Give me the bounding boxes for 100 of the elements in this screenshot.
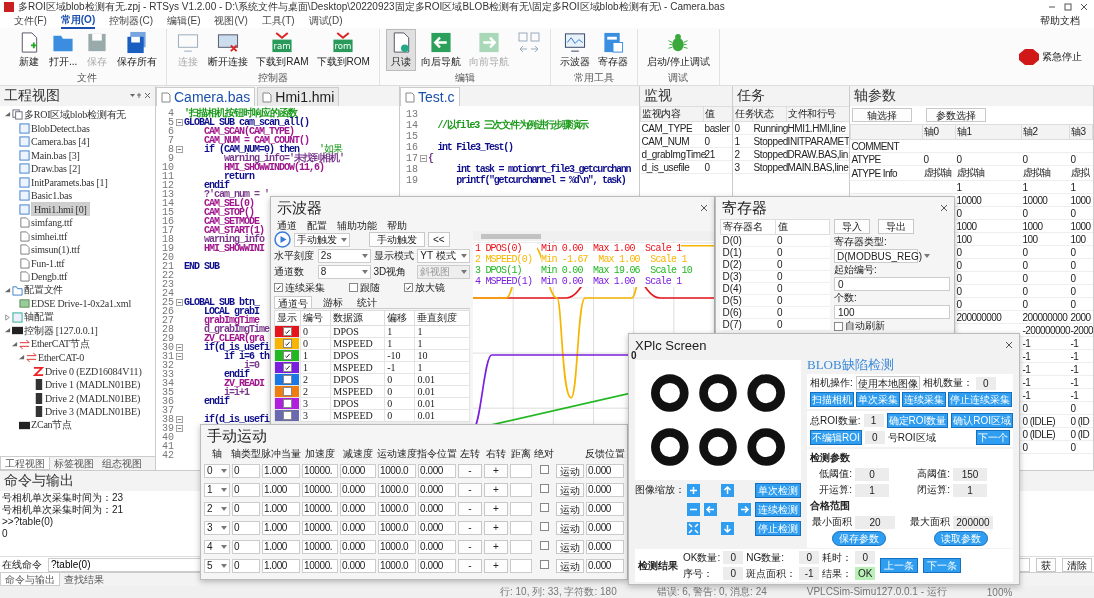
tree-item[interactable]: Main.bas [3] — [31, 149, 80, 161]
zoom-out-icon[interactable] — [687, 502, 700, 516]
output-button[interactable]: 清除 — [1062, 557, 1092, 572]
distance-field[interactable] — [510, 558, 532, 573]
input-field[interactable]: 0.000 — [418, 539, 456, 554]
fit-icon[interactable] — [687, 521, 700, 535]
select-button[interactable]: 参数选择 — [926, 108, 986, 122]
input-field[interactable]: 0 — [232, 520, 260, 535]
input-field[interactable]: 10000. — [302, 558, 338, 573]
collapse-arrow-icon[interactable] — [11, 340, 18, 348]
axis-dropdown[interactable]: 0 — [204, 463, 230, 478]
register-button[interactable]: 导入 — [834, 219, 870, 234]
tree-item[interactable]: Camera.bas [4] — [31, 136, 90, 148]
fold-icon[interactable] — [175, 425, 183, 432]
close-icon[interactable] — [1078, 2, 1090, 12]
channel-tab[interactable]: 通道号 — [274, 296, 312, 308]
scrollbar-thumb[interactable] — [481, 233, 541, 239]
input-field[interactable]: 10000. — [302, 520, 338, 535]
input-field[interactable]: 0 — [232, 463, 260, 478]
checkbox[interactable] — [539, 560, 549, 569]
collapse-arrow-icon[interactable] — [4, 327, 11, 335]
tree-item[interactable]: Drive 1 (MADLN01BE) — [45, 379, 141, 391]
dropdown[interactable]: 2s — [317, 248, 371, 263]
view-tab[interactable]: 标签视图 — [50, 457, 98, 470]
tree-item[interactable]: Fun-1.ttf — [31, 257, 65, 269]
checkbox[interactable] — [282, 375, 292, 384]
select-button[interactable]: 轴选择 — [852, 108, 912, 122]
checkbox[interactable] — [539, 522, 549, 531]
input-field[interactable]: 1.000 — [262, 501, 300, 516]
editor-tab[interactable]: Camera.bas — [156, 87, 256, 106]
tree-item[interactable]: simhei.ttf — [31, 230, 68, 242]
run-button[interactable]: 运动 — [556, 558, 584, 573]
tree-item[interactable]: ZCan节点 — [31, 418, 73, 433]
tree-item[interactable]: EDSE Drive-1-0x2a1.xml — [31, 298, 132, 310]
tree-item[interactable]: simfang.ttf — [31, 217, 73, 229]
axis-dropdown[interactable]: 5 — [204, 558, 230, 573]
fold-icon[interactable] — [175, 146, 183, 153]
local-image-button[interactable]: 使用本地图像 — [855, 376, 920, 390]
jog-left-button[interactable]: - — [458, 520, 482, 535]
tree-item[interactable]: Draw.bas [2] — [31, 163, 81, 175]
collapse-arrow-icon[interactable] — [4, 286, 11, 294]
distance-field[interactable] — [510, 520, 532, 535]
jog-right-button[interactable]: + — [484, 463, 508, 478]
menu-item[interactable]: 控制器(C) — [109, 14, 154, 28]
run-button[interactable]: 运动 — [556, 520, 584, 535]
toolbar-button[interactable]: 示波器 — [556, 29, 593, 71]
checkbox[interactable] — [282, 387, 292, 396]
tree-item[interactable]: Drive 0 (EZD16084V11) — [45, 365, 142, 377]
checkbox[interactable] — [539, 465, 549, 474]
jog-left-button[interactable]: - — [458, 463, 482, 478]
play-button-icon[interactable] — [274, 231, 291, 248]
toolbar-button[interactable]: 向后导航 — [417, 29, 464, 71]
menu-item[interactable]: 工具(T) — [261, 14, 295, 28]
input-field[interactable]: 0.000 — [418, 520, 456, 535]
input-field[interactable]: 1000.0 — [378, 558, 416, 573]
fold-icon[interactable] — [175, 299, 183, 306]
editor-tab[interactable]: Hmi1.hmi — [257, 87, 340, 106]
close-icon[interactable] — [700, 204, 708, 212]
start-field[interactable]: 0 — [834, 277, 950, 291]
run-button[interactable]: 运动 — [556, 463, 584, 478]
expand-arrow-icon[interactable] — [4, 313, 11, 321]
register-button[interactable]: 导出 — [878, 219, 914, 234]
jog-left-button[interactable]: - — [458, 558, 482, 573]
toolbar-button[interactable]: 新建 — [14, 29, 44, 71]
input-field[interactable]: 0.000 — [340, 520, 376, 535]
tree-item[interactable]: 多ROI区域blob检测有无 — [24, 107, 127, 122]
tree-item[interactable]: 轴配置 — [24, 310, 54, 325]
fold-icon[interactable] — [175, 119, 183, 126]
fold-icon[interactable] — [175, 416, 183, 423]
tree-item[interactable]: InitParamets.bas [1] — [31, 176, 108, 188]
tree-item[interactable]: EtherCAT节点 — [31, 337, 90, 352]
input-field[interactable]: 0 — [232, 539, 260, 554]
arrow-left-icon[interactable] — [704, 502, 717, 516]
toolbar-button[interactable]: 保存所有 — [114, 29, 161, 71]
help-link[interactable]: 帮助文档 — [1040, 14, 1080, 28]
checkbox[interactable] — [834, 321, 843, 331]
close-icon[interactable] — [1005, 341, 1013, 349]
toolbar-button[interactable]: 断开连接 — [205, 29, 252, 71]
jog-right-button[interactable]: + — [484, 520, 508, 535]
checkbox[interactable] — [539, 541, 549, 550]
pane-controls-icon[interactable] — [129, 92, 151, 100]
input-field[interactable]: 1000.0 — [378, 501, 416, 516]
input-field[interactable]: 0.000 — [418, 463, 456, 478]
input-field[interactable]: 10000. — [302, 463, 338, 478]
input-field[interactable]: 0.000 — [418, 558, 456, 573]
tree-item[interactable]: BlobDetect.bas — [31, 122, 90, 134]
input-field[interactable]: 1000.0 — [378, 520, 416, 535]
input-field[interactable]: 1.000 — [262, 520, 300, 535]
channel-tab[interactable]: 游标 — [320, 296, 346, 308]
run-button[interactable]: 运动 — [556, 482, 584, 497]
distance-field[interactable] — [510, 539, 532, 554]
toolbar-button[interactable]: 打开... — [46, 29, 81, 71]
tree-item[interactable]: EtherCAT-0 — [38, 352, 84, 364]
menu-item[interactable]: 视图(V) — [214, 14, 248, 28]
view-tab[interactable]: 组态视图 — [98, 457, 146, 470]
input-field[interactable]: 1000.0 — [378, 482, 416, 497]
jog-right-button[interactable]: + — [484, 558, 508, 573]
menu-item[interactable]: 调试(D) — [308, 14, 343, 28]
menu-item[interactable]: 通道 — [277, 219, 297, 231]
input-field[interactable]: 10000. — [302, 501, 338, 516]
